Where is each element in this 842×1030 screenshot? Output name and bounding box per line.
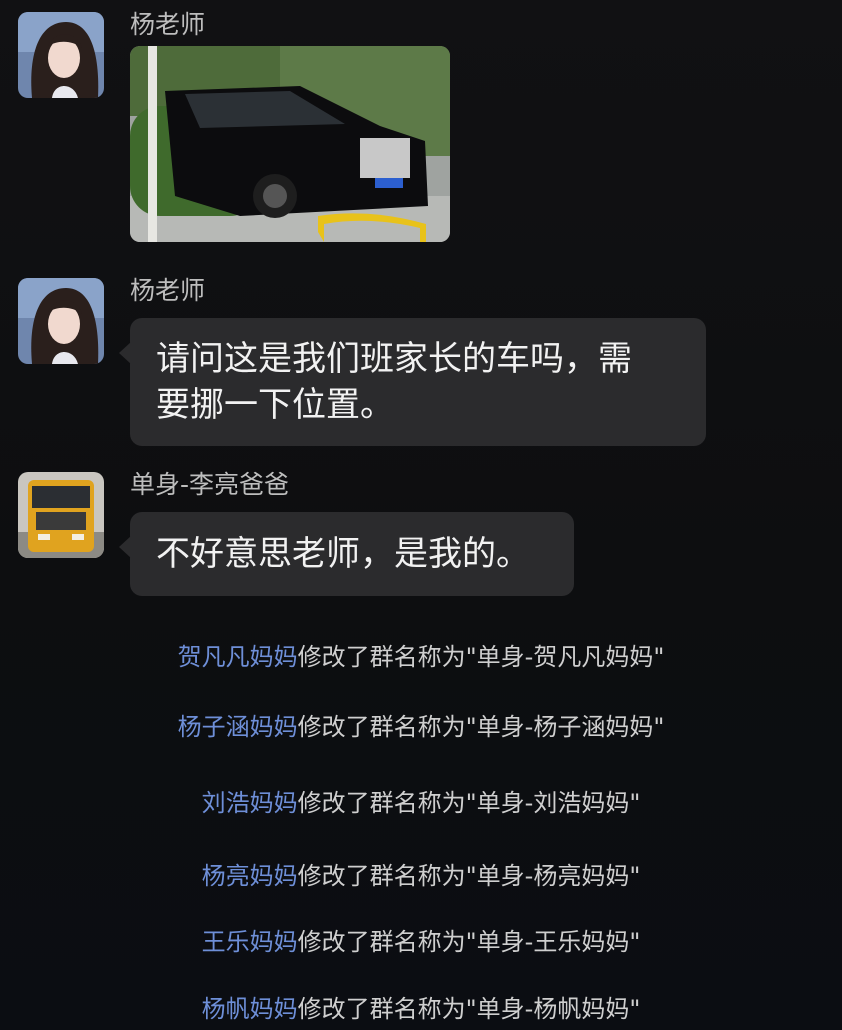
notice-text: 修改了群名称为"单身-王乐妈妈" [297, 928, 641, 956]
notice-user-link[interactable]: 杨亮妈妈 [202, 862, 298, 890]
notice-text: 修改了群名称为"单身-刘浩妈妈" [297, 789, 641, 817]
message-image: 杨老师 [18, 10, 450, 242]
notice-user-link[interactable]: 贺凡凡妈妈 [178, 643, 298, 671]
car-photo[interactable] [130, 46, 450, 242]
notice-user-link[interactable]: 刘浩妈妈 [202, 789, 298, 817]
avatar-parent[interactable] [18, 472, 104, 558]
system-notice: 杨子涵妈妈修改了群名称为"单身-杨子涵妈妈" [0, 712, 842, 742]
system-notice: 杨帆妈妈修改了群名称为"单身-杨帆妈妈" [0, 994, 842, 1024]
notice-text: 修改了群名称为"单身-贺凡凡妈妈" [297, 643, 665, 671]
avatar-teacher[interactable] [18, 278, 104, 364]
notice-user-link[interactable]: 王乐妈妈 [202, 928, 298, 956]
message-text: 单身-李亮爸爸 不好意思老师，是我的。 [18, 470, 574, 596]
chat-view: 杨老师 杨老师 请问这是我们班家长的车吗，需 要挪一下位置。 单身-李亮爸爸 不… [0, 0, 842, 1030]
sender-name: 单身-李亮爸爸 [130, 470, 290, 499]
system-notice: 王乐妈妈修改了群名称为"单身-王乐妈妈" [0, 927, 842, 957]
message-line: 要挪一下位置。 [156, 385, 394, 425]
message-line: 请问这是我们班家长的车吗，需 [156, 339, 632, 379]
message-text: 杨老师 请问这是我们班家长的车吗，需 要挪一下位置。 [18, 276, 706, 446]
notice-user-link[interactable]: 杨帆妈妈 [202, 995, 298, 1023]
system-notice: 杨亮妈妈修改了群名称为"单身-杨亮妈妈" [0, 861, 842, 891]
message-body: 杨老师 [130, 10, 450, 242]
message-bubble[interactable]: 不好意思老师，是我的。 [119, 512, 574, 596]
system-notice: 刘浩妈妈修改了群名称为"单身-刘浩妈妈" [0, 788, 842, 818]
message-bubble[interactable]: 请问这是我们班家长的车吗，需 要挪一下位置。 [119, 318, 706, 446]
notice-user-link[interactable]: 杨子涵妈妈 [178, 713, 298, 741]
system-notice: 贺凡凡妈妈修改了群名称为"单身-贺凡凡妈妈" [0, 642, 842, 672]
message-line: 不好意思老师，是我的。 [156, 534, 530, 574]
message-body: 杨老师 请问这是我们班家长的车吗，需 要挪一下位置。 [119, 276, 706, 446]
sender-name: 杨老师 [130, 276, 206, 305]
sender-name: 杨老师 [130, 10, 206, 39]
notice-text: 修改了群名称为"单身-杨子涵妈妈" [297, 713, 665, 741]
notice-text: 修改了群名称为"单身-杨亮妈妈" [297, 862, 641, 890]
avatar-teacher[interactable] [18, 12, 104, 98]
notice-text: 修改了群名称为"单身-杨帆妈妈" [297, 995, 641, 1023]
message-body: 单身-李亮爸爸 不好意思老师，是我的。 [119, 470, 574, 596]
